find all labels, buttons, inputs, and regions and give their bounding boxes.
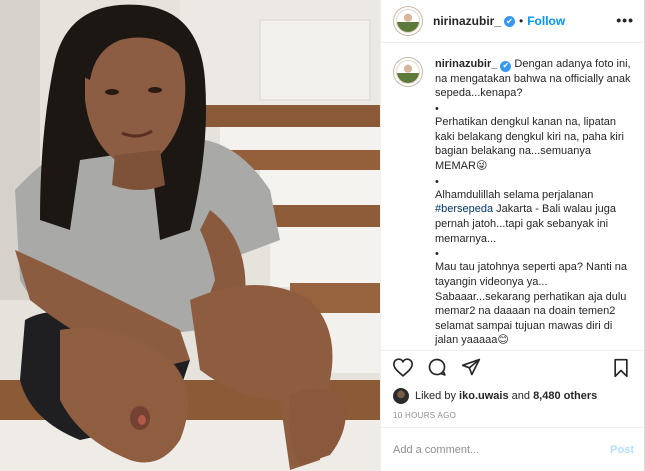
caption-avatar-image [396, 60, 420, 84]
comment-icon[interactable] [427, 357, 447, 377]
caption-username[interactable]: nirinazubir_ [435, 58, 497, 70]
caption-bullet: • [435, 103, 439, 116]
caption-paragraph-3: Alhamdulillah selama perjalanan #bersepe… [435, 188, 632, 247]
more-options-icon[interactable]: ••• [616, 12, 634, 28]
caption-bullet: • [435, 248, 439, 261]
caption-paragraph: nirinazubir_ ✔ Dengan adanya foto ini, na… [435, 57, 632, 101]
verified-badge-icon: ✔ [504, 15, 516, 27]
caption-verified-badge-icon: ✔ [500, 60, 512, 72]
post-sidebar: nirinazubir_ ✔ • Follow ••• nirinazubir_… [380, 0, 644, 471]
hashtag-link[interactable]: #bersepeda [435, 203, 493, 215]
comments-area: nirinazubir_ ✔ Dengan adanya foto ini, na… [381, 43, 644, 350]
add-comment-bar: Post [381, 427, 644, 471]
caption-text-4: Mau tau jatohnya seperti apa? Nanti na t… [435, 261, 628, 347]
likes-count[interactable]: 8,480 others [533, 390, 597, 402]
instagram-post: nirinazubir_ ✔ • Follow ••• nirinazubir_… [0, 0, 645, 471]
action-bar [381, 350, 644, 383]
heart-icon[interactable] [393, 357, 413, 377]
likes-middle: and [511, 390, 530, 402]
post-header: nirinazubir_ ✔ • Follow ••• [381, 0, 644, 43]
post-caption: nirinazubir_ ✔ Dengan adanya foto ini, na… [435, 57, 632, 350]
author-avatar-image [396, 9, 420, 33]
post-comment-button[interactable]: Post [610, 444, 634, 456]
post-image [0, 0, 380, 471]
post-photo[interactable] [0, 0, 380, 471]
liker-avatar[interactable] [393, 388, 409, 404]
liker-username[interactable]: iko.uwais [459, 390, 509, 402]
caption-avatar[interactable] [393, 57, 423, 87]
likes-summary: Liked by iko.uwais and 8,480 others [381, 383, 644, 405]
header-separator: • [519, 14, 524, 28]
likes-prefix: Liked by [415, 390, 456, 402]
author-avatar[interactable] [393, 6, 423, 36]
bookmark-icon[interactable] [612, 358, 630, 378]
caption-bullet: • [435, 175, 439, 188]
share-icon[interactable] [461, 357, 481, 377]
caption-text-2: Perhatikan dengkul kanan na, lipatan kak… [435, 116, 624, 173]
comment-input[interactable] [393, 443, 611, 456]
post-timestamp[interactable]: 10 HOURS AGO [381, 405, 644, 427]
follow-button[interactable]: Follow [527, 14, 565, 28]
author-username[interactable]: nirinazubir_ [433, 14, 501, 28]
caption-text-3a: Alhamdulillah selama perjalanan [435, 188, 594, 201]
